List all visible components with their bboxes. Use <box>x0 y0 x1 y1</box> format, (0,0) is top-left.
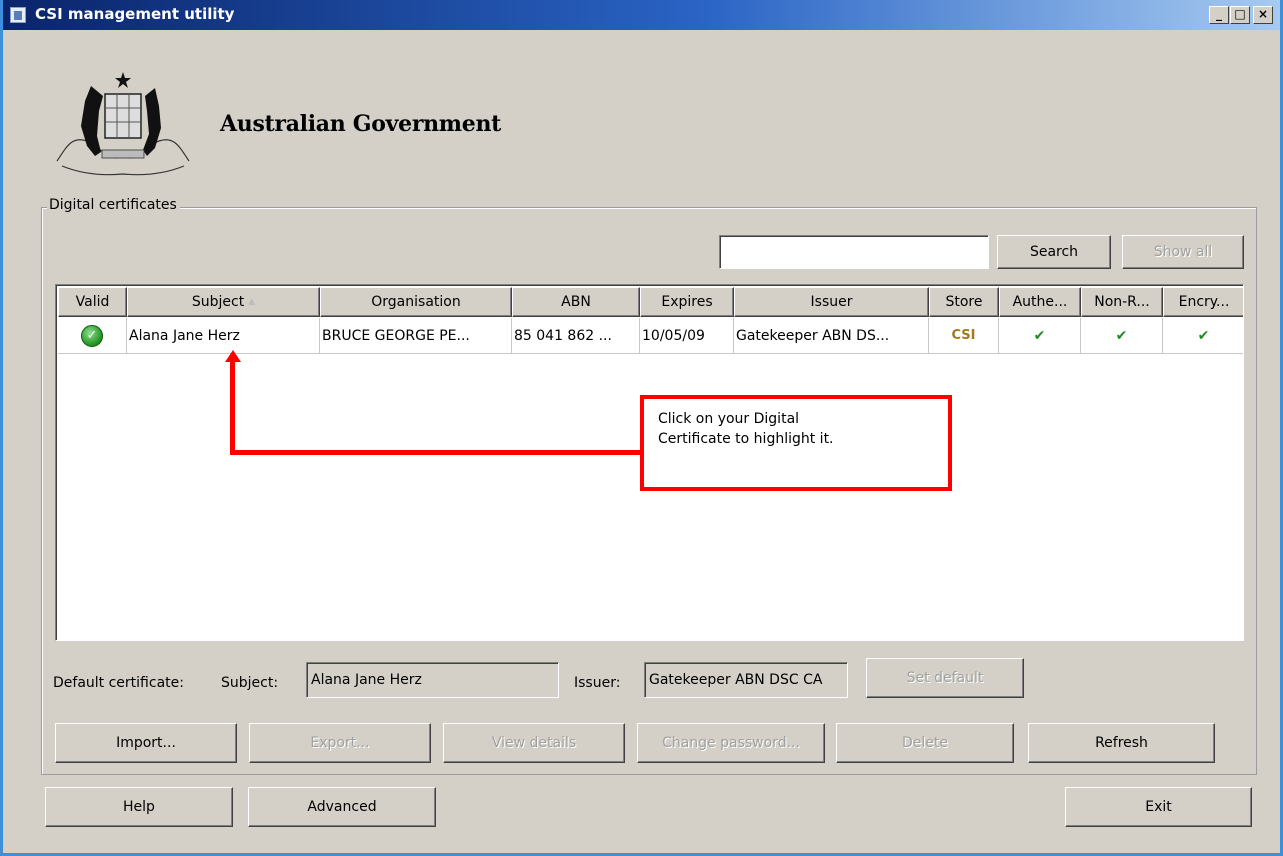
authentication-check-icon: ✔ <box>1033 327 1046 344</box>
organisation-title: Australian Government <box>220 111 502 137</box>
export-button[interactable]: Export... <box>249 723 431 763</box>
search-button[interactable]: Search <box>997 235 1111 269</box>
subject-cell: Alana Jane Herz <box>127 318 320 354</box>
column-header-expires[interactable]: Expires <box>640 287 734 317</box>
coat-of-arms-icon <box>56 72 190 176</box>
close-button[interactable]: × <box>1253 6 1273 24</box>
column-header-subject-label: Subject <box>191 294 245 310</box>
view-details-button[interactable]: View details <box>443 723 625 763</box>
app-icon <box>10 7 26 23</box>
title-bar[interactable]: CSI management utility _ □ × <box>3 0 1280 30</box>
column-header-valid[interactable]: Valid <box>58 287 127 317</box>
default-issuer-field: Gatekeeper ABN DSC CA <box>644 662 848 698</box>
annotation-arrow-vertical <box>230 360 235 455</box>
annotation-arrow-head-icon <box>225 350 241 362</box>
annotation-arrow-horizontal <box>230 450 642 455</box>
advanced-button[interactable]: Advanced <box>248 787 436 827</box>
organisation-cell: BRUCE GEORGE PE... <box>320 318 512 354</box>
instruction-callout: Click on your Digital Certificate to hig… <box>640 395 952 491</box>
default-subject-label: Subject: <box>221 675 279 691</box>
column-header-abn[interactable]: ABN <box>512 287 640 317</box>
window-title: CSI management utility <box>35 5 235 23</box>
search-input[interactable] <box>719 235 989 269</box>
group-label: Digital certificates <box>47 197 180 213</box>
authentication-cell: ✔ <box>999 318 1081 354</box>
encryption-cell: ✔ <box>1163 318 1243 354</box>
set-default-button[interactable]: Set default <box>866 658 1024 698</box>
table-header: Valid Subject ▲ Organisation ABN Expires… <box>58 287 1243 317</box>
store-cell: CSI <box>929 318 999 354</box>
sort-ascending-icon: ▲ <box>248 297 256 307</box>
column-header-issuer[interactable]: Issuer <box>734 287 929 317</box>
change-password-button[interactable]: Change password... <box>637 723 825 763</box>
refresh-button[interactable]: Refresh <box>1028 723 1215 763</box>
column-header-subject[interactable]: Subject ▲ <box>127 287 320 317</box>
show-all-button[interactable]: Show all <box>1122 235 1244 269</box>
import-button[interactable]: Import... <box>55 723 237 763</box>
expires-cell: 10/05/09 <box>640 318 734 354</box>
callout-line-1: Click on your Digital <box>658 411 800 427</box>
column-header-organisation[interactable]: Organisation <box>320 287 512 317</box>
main-window: CSI management utility _ □ × Australian … <box>0 0 1283 856</box>
help-button[interactable]: Help <box>45 787 233 827</box>
valid-cell: ✓ <box>58 318 127 354</box>
issuer-cell: Gatekeeper ABN DS... <box>734 318 929 354</box>
table-row[interactable]: ✓ Alana Jane Herz BRUCE GEORGE PE... 85 … <box>58 318 1243 354</box>
non-repudiation-cell: ✔ <box>1081 318 1163 354</box>
store-label: CSI <box>951 328 976 343</box>
exit-button[interactable]: Exit <box>1065 787 1252 827</box>
abn-cell: 85 041 862 ... <box>512 318 640 354</box>
non-repudiation-check-icon: ✔ <box>1115 327 1128 344</box>
valid-check-icon: ✓ <box>81 324 103 347</box>
default-certificate-label: Default certificate: <box>53 675 184 691</box>
default-issuer-label: Issuer: <box>574 675 621 691</box>
default-subject-field: Alana Jane Herz <box>306 662 559 698</box>
callout-line-2: Certificate to highlight it. <box>658 431 834 447</box>
column-header-authentication[interactable]: Authe... <box>999 287 1081 317</box>
column-header-non-repudiation[interactable]: Non-R... <box>1081 287 1163 317</box>
delete-button[interactable]: Delete <box>836 723 1014 763</box>
maximize-button[interactable]: □ <box>1230 6 1250 24</box>
column-header-store[interactable]: Store <box>929 287 999 317</box>
minimize-button[interactable]: _ <box>1209 6 1229 24</box>
encryption-check-icon: ✔ <box>1197 327 1210 344</box>
column-header-encryption[interactable]: Encry... <box>1163 287 1243 317</box>
